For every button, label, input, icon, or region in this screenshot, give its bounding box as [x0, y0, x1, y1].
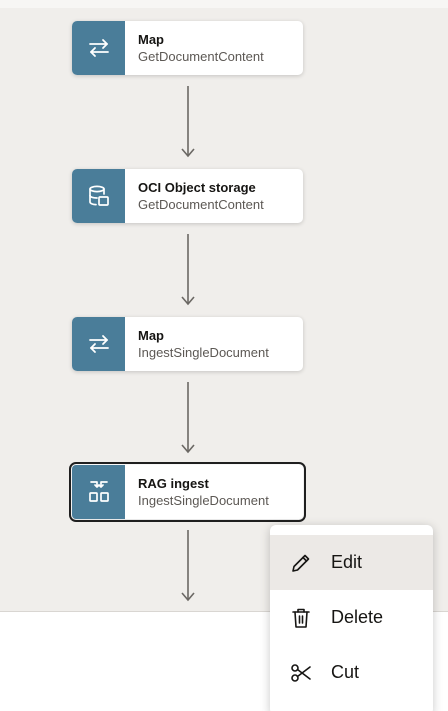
scissors-icon [290, 662, 312, 684]
menu-item-label: Delete [331, 607, 384, 627]
trash-icon [290, 607, 312, 629]
flow-node-oci-object-storage[interactable]: OCI Object storage GetDocumentContent [72, 169, 303, 223]
map-arrows-icon [72, 21, 125, 75]
menu-item-cut[interactable]: Cut [270, 645, 433, 700]
flow-node-map-getdocumentcontent[interactable]: Map GetDocumentContent [72, 21, 303, 75]
node-title: Map [138, 31, 164, 47]
node-subtitle: IngestSingleDocument [138, 492, 269, 508]
node-title: RAG ingest [138, 475, 209, 491]
node-title: Map [138, 327, 164, 343]
flow-node-rag-ingest[interactable]: RAG ingest IngestSingleDocument [69, 462, 306, 522]
flow-connector-arrow [178, 530, 198, 602]
flow-connector-arrow [178, 86, 198, 158]
map-arrows-icon [72, 317, 125, 371]
node-subtitle: IngestSingleDocument [138, 344, 269, 360]
flow-canvas[interactable]: Map GetDocumentContent OCI Object storag… [0, 0, 448, 611]
flow-node-map-ingestsingledocument[interactable]: Map IngestSingleDocument [72, 317, 303, 371]
node-subtitle: GetDocumentContent [138, 48, 264, 64]
pencil-icon [290, 552, 312, 574]
node-context-menu: Edit Delete Cut [270, 525, 433, 711]
menu-item-label: Cut [331, 662, 360, 682]
menu-item-label: Edit [331, 552, 363, 572]
menu-item-edit[interactable]: Edit [270, 535, 433, 590]
node-subtitle: GetDocumentContent [138, 196, 264, 212]
flow-connector-arrow [178, 382, 198, 454]
flow-connector-arrow [178, 234, 198, 306]
object-storage-icon [72, 169, 125, 223]
rag-ingest-icon [72, 465, 125, 519]
canvas-top-band [0, 0, 448, 8]
node-title: OCI Object storage [138, 179, 256, 195]
menu-item-delete[interactable]: Delete [270, 590, 433, 645]
